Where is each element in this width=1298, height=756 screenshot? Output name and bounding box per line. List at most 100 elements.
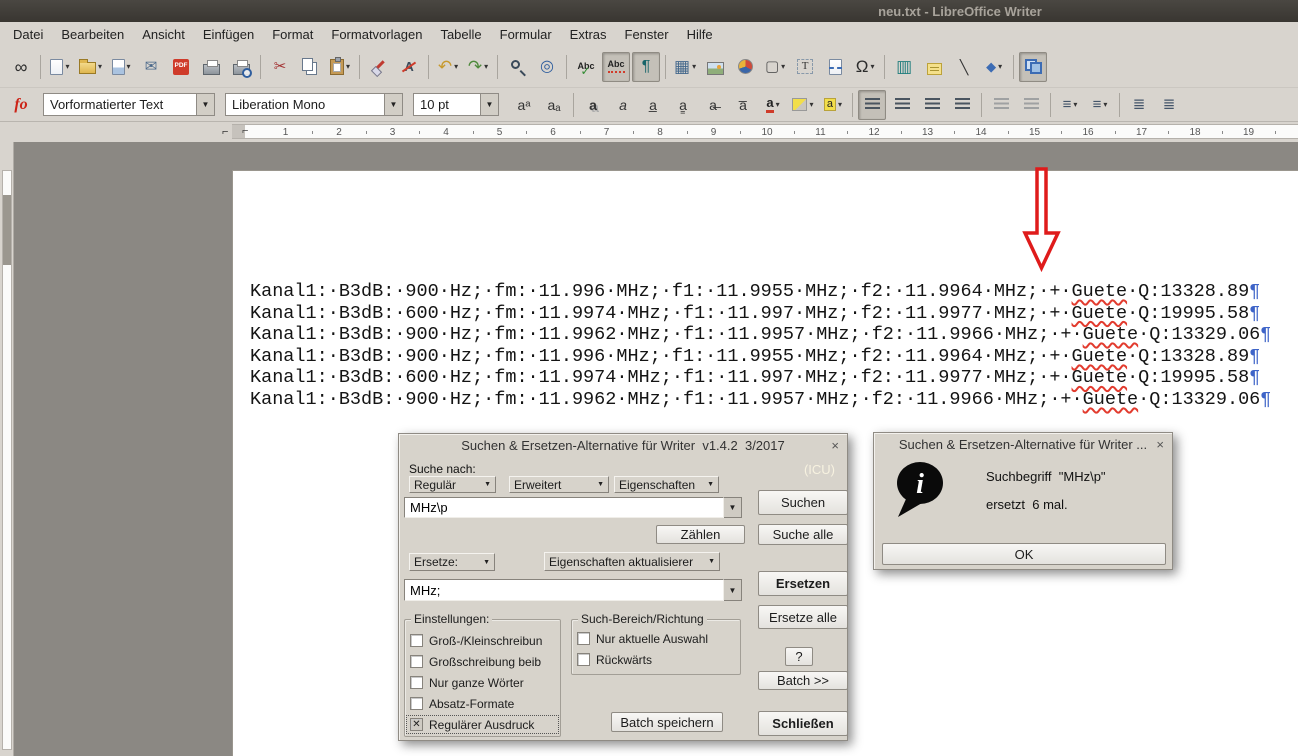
search-term-input[interactable]: [404, 497, 724, 518]
insert-table-button[interactable]: ▦▾: [671, 52, 699, 82]
insert-special-character-dropdown-arrow[interactable]: ▾: [870, 62, 874, 71]
regular-dropdown[interactable]: Regulär▼: [409, 476, 496, 493]
checkbox-row[interactable]: Nur aktuelle Auswahl: [572, 628, 740, 649]
document-line[interactable]: Kanal1:·B3dB:·600·Hz;·fm:·11.9974·MHz;·f…: [250, 367, 1271, 389]
chevron-down-icon[interactable]: ▼: [196, 94, 214, 115]
font-name-combo[interactable]: Liberation Mono ▼: [225, 93, 403, 116]
replace-button[interactable]: Ersetzen: [758, 571, 848, 596]
formatting-marks-button[interactable]: ¶: [632, 52, 660, 82]
overline-button[interactable]: a̅: [729, 90, 757, 120]
insert-comment-button[interactable]: [920, 52, 948, 82]
paragraph-style-combo[interactable]: Vorformatierter Text ▼: [43, 93, 215, 116]
auto-spellcheck-button[interactable]: Abc: [602, 52, 630, 82]
checkbox[interactable]: [410, 676, 423, 689]
open-dropdown-arrow[interactable]: ▾: [98, 62, 102, 71]
justify-button[interactable]: [948, 90, 976, 120]
extended-dropdown[interactable]: Erweitert▼: [509, 476, 609, 493]
chevron-down-icon[interactable]: ▼: [480, 94, 498, 115]
print-button[interactable]: [197, 52, 225, 82]
align-right-button[interactable]: [918, 90, 946, 120]
copy-button[interactable]: [296, 52, 324, 82]
insert-textbox-dropdown-arrow[interactable]: ▾: [781, 62, 785, 71]
chevron-down-icon[interactable]: ▼: [384, 94, 402, 115]
increase-indent-button[interactable]: ≣: [1125, 90, 1153, 120]
superscript-button[interactable]: aᵃ: [510, 90, 538, 120]
char-background-dropdown-arrow[interactable]: ▾: [838, 100, 842, 109]
cut-button[interactable]: ✂: [266, 52, 294, 82]
alt-find-replace-extension-button[interactable]: fo: [7, 90, 35, 120]
subscript-button[interactable]: aₐ: [540, 90, 568, 120]
document-line[interactable]: Kanal1:·B3dB:·900·Hz;·fm:·11.996·MHz;·f1…: [250, 346, 1271, 368]
export-pdf-button[interactable]: PDF: [167, 52, 195, 82]
checkbox-row[interactable]: Rückwärts: [572, 649, 740, 670]
search-button[interactable]: Suchen: [758, 490, 848, 515]
properties-update-dropdown[interactable]: Eigenschaften aktualisierer▼: [544, 552, 720, 571]
clear-formatting-button[interactable]: A: [395, 52, 423, 82]
menu-extras[interactable]: Extras: [561, 24, 616, 45]
search-all-button[interactable]: Suche alle: [758, 524, 848, 545]
search-term-combo[interactable]: ▼: [404, 497, 742, 518]
document-line[interactable]: Kanal1:·B3dB:·600·Hz;·fm:·11.9974·MHz;·f…: [250, 303, 1271, 325]
menu-formular[interactable]: Formular: [491, 24, 561, 45]
char-background-button[interactable]: a▾: [819, 90, 847, 120]
insert-image-button[interactable]: [701, 52, 729, 82]
close-icon[interactable]: ×: [831, 439, 839, 452]
ok-button[interactable]: OK: [882, 543, 1166, 565]
insert-section-button[interactable]: ▥: [890, 52, 918, 82]
basic-shapes-dropdown-arrow[interactable]: ▾: [998, 62, 1002, 71]
underline-button[interactable]: a̲: [639, 90, 667, 120]
menu-einf-gen[interactable]: Einfügen: [194, 24, 263, 45]
spelling-button[interactable]: Abc: [572, 52, 600, 82]
clone-formatting-button[interactable]: [365, 52, 393, 82]
redo-dropdown-arrow[interactable]: ▾: [484, 62, 488, 71]
insert-table-dropdown-arrow[interactable]: ▾: [692, 62, 696, 71]
batch-button[interactable]: Batch >>: [758, 671, 848, 690]
new-document-dropdown-arrow[interactable]: ▾: [65, 62, 69, 71]
basic-shapes-button[interactable]: ◆▾: [980, 52, 1008, 82]
undo-dropdown-arrow[interactable]: ▾: [454, 62, 458, 71]
show-draw-functions-button[interactable]: [1019, 52, 1047, 82]
menu-hilfe[interactable]: Hilfe: [678, 24, 722, 45]
email-document-button[interactable]: ✉: [137, 52, 165, 82]
insert-textbox-button[interactable]: ▢▾: [761, 52, 789, 82]
highlighting-color-dropdown-arrow[interactable]: ▾: [809, 100, 813, 109]
new-document-button[interactable]: ▾: [46, 52, 74, 82]
save-button[interactable]: ▾: [107, 52, 135, 82]
count-button[interactable]: Zählen: [656, 525, 745, 544]
menu-formatvorlagen[interactable]: Formatvorlagen: [322, 24, 431, 45]
shadow-button[interactable]: a: [579, 90, 607, 120]
document-line[interactable]: Kanal1:·B3dB:·900·Hz;·fm:·11.9962·MHz;·f…: [250, 389, 1271, 411]
paste-dropdown-arrow[interactable]: ▾: [346, 62, 350, 71]
replace-all-button[interactable]: Ersetze alle: [758, 605, 848, 629]
highlighting-color-button[interactable]: ▾: [789, 90, 817, 120]
open-button[interactable]: ▾: [76, 52, 105, 82]
strikethrough-button[interactable]: a̶: [699, 90, 727, 120]
menu-bearbeiten[interactable]: Bearbeiten: [52, 24, 133, 45]
insert-line-button[interactable]: ╲: [950, 52, 978, 82]
checkbox[interactable]: [577, 632, 590, 645]
ordered-list-dropdown-arrow[interactable]: ▾: [1103, 100, 1107, 109]
checkbox[interactable]: ✕: [410, 718, 423, 731]
checkbox[interactable]: [410, 634, 423, 647]
line-spacing-button[interactable]: [987, 90, 1015, 120]
font-color-dropdown-arrow[interactable]: ▾: [776, 100, 780, 109]
paste-button[interactable]: ▾: [326, 52, 354, 82]
checkbox[interactable]: [577, 653, 590, 666]
redo-button[interactable]: ↷▾: [464, 52, 492, 82]
tab-type-selector[interactable]: ⌐: [222, 126, 228, 138]
replace-term-input[interactable]: [404, 579, 724, 601]
checkbox-row[interactable]: Nur ganze Wörter: [405, 672, 560, 693]
checkbox-row[interactable]: Absatz-Formate: [405, 693, 560, 714]
checkbox-row[interactable]: Großschreibung beib: [405, 651, 560, 672]
font-size-combo[interactable]: 10 pt ▼: [413, 93, 499, 116]
undo-button[interactable]: ↶▾: [434, 52, 462, 82]
insert-page-break-button[interactable]: [821, 52, 849, 82]
batch-save-button[interactable]: Batch speichern: [611, 712, 723, 732]
decrease-indent-button[interactable]: ≣: [1155, 90, 1183, 120]
unordered-list-dropdown-arrow[interactable]: ▾: [1073, 100, 1077, 109]
checkbox[interactable]: [410, 655, 423, 668]
print-preview-button[interactable]: [227, 52, 255, 82]
document-line[interactable]: Kanal1:·B3dB:·900·Hz;·fm:·11.996·MHz;·f1…: [250, 281, 1271, 303]
unordered-list-button[interactable]: ≡▾: [1056, 90, 1084, 120]
menu-tabelle[interactable]: Tabelle: [431, 24, 490, 45]
